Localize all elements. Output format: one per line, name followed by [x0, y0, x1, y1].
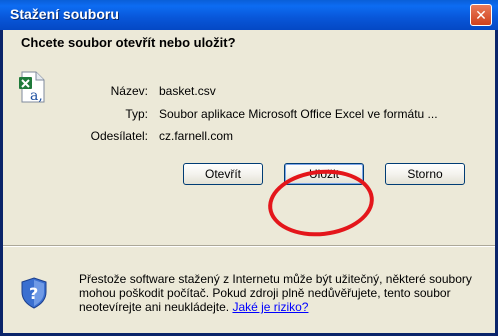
security-warning: Přestože software stažený z Internetu mů…	[79, 272, 489, 314]
security-shield-icon: ?	[21, 277, 47, 309]
name-value: basket.csv	[159, 84, 216, 98]
separator	[3, 245, 495, 247]
cancel-button[interactable]: Storno	[385, 163, 465, 185]
type-value: Soubor aplikace Microsoft Office Excel v…	[159, 107, 438, 121]
svg-text:?: ?	[29, 284, 38, 303]
title-bar[interactable]: Stažení souboru ✕	[0, 0, 498, 30]
sender-value: cz.farnell.com	[159, 129, 234, 143]
close-button[interactable]: ✕	[470, 4, 492, 26]
risk-link[interactable]: Jaké je riziko?	[232, 300, 308, 314]
sender-label: Odesílatel:	[90, 129, 148, 143]
dialog-question: Chcete soubor otevřít nebo uložit?	[21, 35, 236, 50]
close-icon: ✕	[475, 7, 487, 23]
name-label: Název:	[110, 84, 148, 98]
type-label: Typ:	[125, 107, 148, 121]
svg-text:a,: a,	[30, 88, 43, 103]
window-title: Stažení souboru	[10, 6, 119, 22]
excel-csv-file-icon: a,	[19, 71, 45, 103]
open-button[interactable]: Otevřít	[183, 163, 263, 185]
